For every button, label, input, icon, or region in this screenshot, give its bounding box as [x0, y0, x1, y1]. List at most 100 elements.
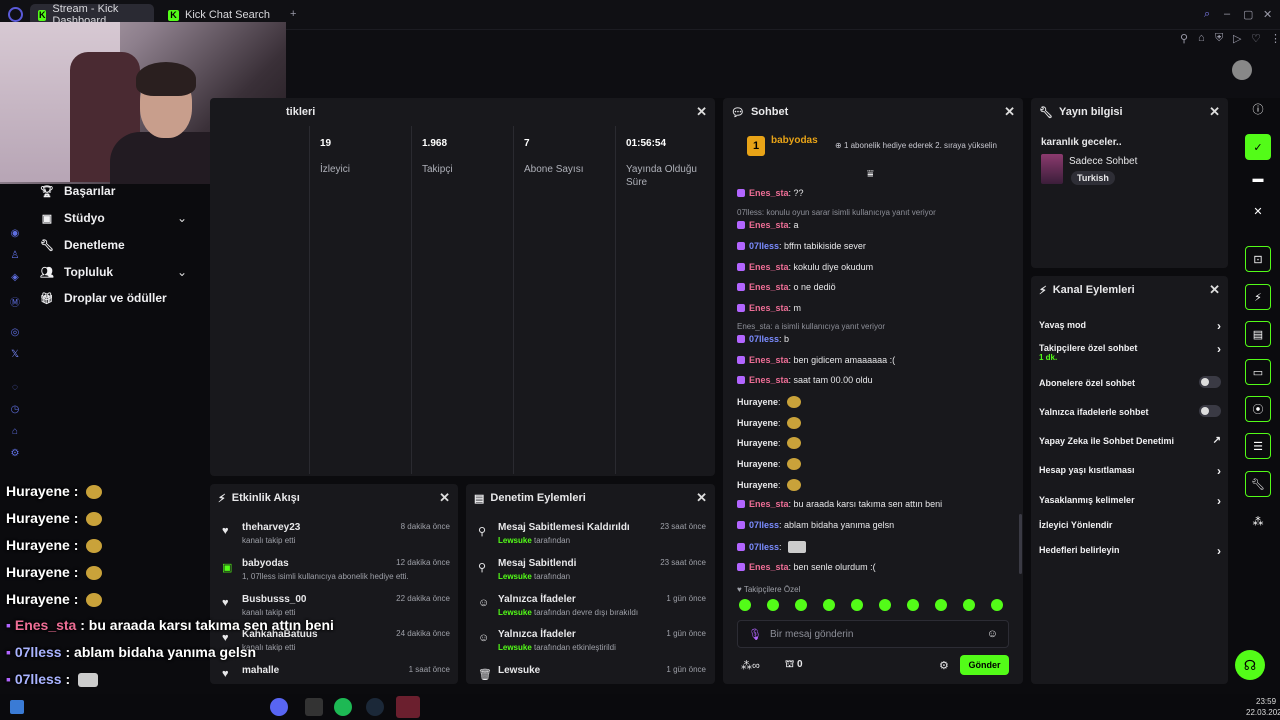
chat-username[interactable]: Hurayene [737, 480, 778, 490]
settings-icon[interactable]: ⚙ [939, 659, 949, 672]
chat-username[interactable]: Hurayene [737, 397, 778, 407]
apps-icon[interactable]: ⁂ [1245, 508, 1271, 534]
chat-username[interactable]: Enes_sta [749, 262, 789, 272]
profile-avatar[interactable] [1232, 60, 1252, 80]
chat-username[interactable]: Hurayene [737, 418, 778, 428]
chat-scrollbar[interactable] [1019, 514, 1022, 574]
filter-icon[interactable]: ⩸ [867, 168, 874, 181]
close-icon[interactable]: ✕ [696, 104, 707, 120]
send-button[interactable]: Gönder [960, 655, 1009, 675]
rail-icon-6[interactable]: ◷ [8, 404, 22, 418]
emote-icon[interactable] [851, 599, 863, 611]
rail-icon-5[interactable]: ◌ [8, 382, 22, 396]
close-icon[interactable]: ✕ [696, 490, 707, 506]
emote-icon[interactable] [907, 599, 919, 611]
chat-username[interactable]: 07lless [749, 334, 779, 344]
chat-bubble-icon[interactable]: ▭ [1245, 359, 1271, 385]
emote-icon[interactable] [879, 599, 891, 611]
rail-icon-1[interactable]: ◉ [8, 228, 22, 242]
close-dock-icon[interactable]: ✕ [1245, 198, 1271, 224]
emote-icon[interactable] [767, 599, 779, 611]
emote-icon[interactable] [935, 599, 947, 611]
toggle-switch[interactable] [1199, 405, 1221, 417]
play-icon[interactable]: ▷ [1233, 32, 1241, 45]
headset-icon[interactable]: ☊ [1235, 650, 1265, 680]
emote-icon[interactable] [739, 599, 751, 611]
points-icon[interactable]: ⁂∞ [741, 659, 760, 672]
x-icon[interactable]: 𝕏 [8, 349, 22, 363]
document-icon[interactable]: ▤ [1245, 321, 1271, 347]
chat-username[interactable]: Enes_sta [749, 220, 789, 230]
settings-icon[interactable]: ⚙ [8, 448, 22, 462]
bank-counter[interactable]: ⛫ 0 [785, 659, 803, 672]
chat-input[interactable]: 🎙︎ Bir mesaj gönderin ☺ [737, 620, 1009, 648]
chevron-down-icon[interactable]: ⌄ [177, 211, 187, 225]
close-icon[interactable]: ✕ [1209, 104, 1220, 120]
shield-icon[interactable]: ⛨ [1215, 32, 1223, 45]
emoji-icon[interactable]: ☺ [987, 628, 998, 640]
windows-start-icon[interactable] [10, 700, 24, 714]
toggle-switch[interactable] [1199, 376, 1221, 388]
chat-username[interactable]: Enes_sta [749, 355, 789, 365]
chat-username[interactable]: 07lless [749, 241, 779, 251]
chat-username[interactable]: 07lless [749, 520, 779, 530]
pin-icon[interactable]: ⚲ [1180, 32, 1188, 45]
steam-icon[interactable] [366, 698, 384, 716]
rail-icon-4[interactable]: Ⓜ [8, 294, 22, 309]
info-icon[interactable]: ⓘ [1245, 96, 1271, 122]
rail-icon-7[interactable]: ⌂ [8, 426, 22, 440]
broadcast-icon[interactable]: ⦿ [1245, 396, 1271, 422]
camera-icon[interactable]: ⊡ [1245, 246, 1271, 272]
close-icon[interactable]: ✕ [1209, 282, 1220, 298]
chat-username[interactable]: Hurayene [737, 438, 778, 448]
search-icon[interactable]: ⌕ [1204, 8, 1210, 21]
bolt-icon[interactable]: ⚡︎ [1245, 284, 1271, 310]
channel-action-item[interactable]: Hedefleri belirleyin › [1039, 544, 1221, 558]
chat-username[interactable]: Enes_sta [749, 499, 789, 509]
chat-username[interactable]: 07lless [749, 542, 779, 552]
channel-action-item[interactable]: Takipçilere özel sohbet 1 dk. › [1039, 342, 1221, 362]
clock[interactable]: 23:59 22.03.2026 [1246, 696, 1280, 718]
channel-action-item[interactable]: İzleyici Yönlendir [1039, 520, 1221, 530]
rail-icon-3[interactable]: ◈ [8, 272, 22, 286]
discord-taskbar-icon[interactable] [270, 698, 288, 716]
channel-action-item[interactable]: Yapay Zeka ile Sohbet Denetimi ↗ [1039, 435, 1221, 446]
chat-username[interactable]: Enes_sta [749, 188, 789, 198]
browser-logo-icon[interactable] [8, 7, 23, 22]
emote-icon[interactable] [963, 599, 975, 611]
rail-icon-2[interactable]: ♙ [8, 250, 22, 264]
mod-action-item[interactable]: ⚲ Mesaj Sabitlendi Lewsuke tarafından 23… [476, 558, 706, 592]
spotify-icon[interactable] [334, 698, 352, 716]
chevron-down-icon[interactable]: ⌄ [177, 265, 187, 279]
check-button[interactable]: ✓ [1245, 134, 1271, 160]
emote-icon[interactable] [795, 599, 807, 611]
layout-icon[interactable]: ▬ [1245, 166, 1271, 192]
close-icon[interactable]: ✕ [1004, 104, 1015, 120]
sidebar-item-studio[interactable]: ▣ Stüdyo [40, 211, 105, 225]
sidebar-item-achievements[interactable]: 🏆︎ Başarılar [40, 184, 115, 198]
more-icon[interactable]: ⋮ [1270, 32, 1280, 45]
pinned-user[interactable]: babyodas [771, 135, 818, 146]
sidebar-item-moderation[interactable]: 🔧︎ Denetleme [40, 238, 125, 252]
sidebar-item-drops[interactable]: 🎁︎ Droplar ve ödüller [40, 291, 167, 305]
chat-username[interactable]: Hurayene [737, 459, 778, 469]
wrench-icon[interactable]: 🔧︎ [1245, 471, 1271, 497]
channel-action-item[interactable]: Yavaş mod › [1039, 319, 1221, 333]
mic-icon[interactable]: 🎙︎ [748, 628, 762, 641]
bookmark-icon[interactable]: ⌂ [1198, 32, 1205, 44]
epic-games-icon[interactable] [305, 698, 323, 716]
channel-action-item[interactable]: Abonelere özel sohbet [1039, 376, 1221, 388]
channel-action-item[interactable]: Yasaklanmış kelimeler › [1039, 494, 1221, 508]
sidebar-item-community[interactable]: 👥︎ Topluluk [40, 265, 113, 279]
stream-category[interactable]: Sadece Sohbet [1069, 156, 1137, 167]
mod-action-item[interactable]: ☺ Yalnızca İfadeler Lewsuke tarafından e… [476, 629, 706, 663]
chat-username[interactable]: Enes_sta [749, 303, 789, 313]
chat-username[interactable]: Enes_sta [749, 375, 789, 385]
feed-item[interactable]: ♥ theharvey23 kanalı takip etti 8 dakika… [220, 522, 450, 556]
emote-icon[interactable] [823, 599, 835, 611]
chat-username[interactable]: Enes_sta [749, 562, 789, 572]
maximize-icon[interactable]: ▢ [1243, 8, 1253, 21]
chat-username[interactable]: Enes_sta [749, 282, 789, 292]
stack-icon[interactable]: ☰ [1245, 433, 1271, 459]
minimize-icon[interactable]: – [1224, 8, 1230, 20]
